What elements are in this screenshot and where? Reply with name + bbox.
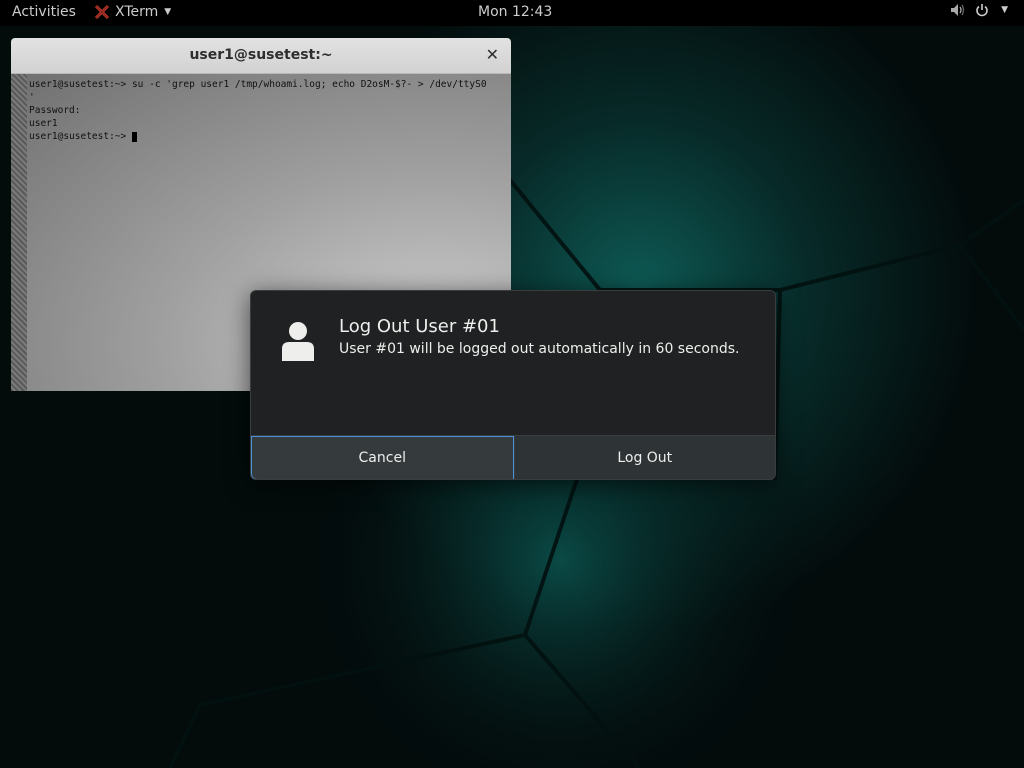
clock[interactable]: Mon 12:43: [478, 4, 552, 20]
volume-icon: [951, 4, 965, 16]
chevron-down-icon: ▼: [1001, 5, 1008, 15]
user-avatar-icon: [282, 322, 314, 361]
power-icon: [976, 4, 988, 17]
app-menu-label: XTerm: [115, 4, 159, 20]
system-tray[interactable]: ▼: [950, 3, 1008, 17]
app-menu[interactable]: XTerm ▼: [95, 4, 171, 20]
dialog-title: Log Out User #01: [339, 316, 500, 337]
logout-dialog: Log Out User #01 User #01 will be logged…: [250, 290, 776, 480]
cancel-button[interactable]: Cancel: [251, 436, 514, 479]
xterm-icon: [95, 5, 109, 19]
activities-button[interactable]: Activities: [12, 4, 76, 20]
chevron-down-icon: ▼: [164, 7, 172, 17]
dialog-description: User #01 will be logged out automaticall…: [339, 341, 740, 357]
dialog-button-row: Cancel Log Out: [251, 435, 775, 479]
log-out-button[interactable]: Log Out: [513, 436, 775, 479]
top-bar: Activities XTerm ▼ Mon 12:43 ▼: [0, 0, 1024, 26]
